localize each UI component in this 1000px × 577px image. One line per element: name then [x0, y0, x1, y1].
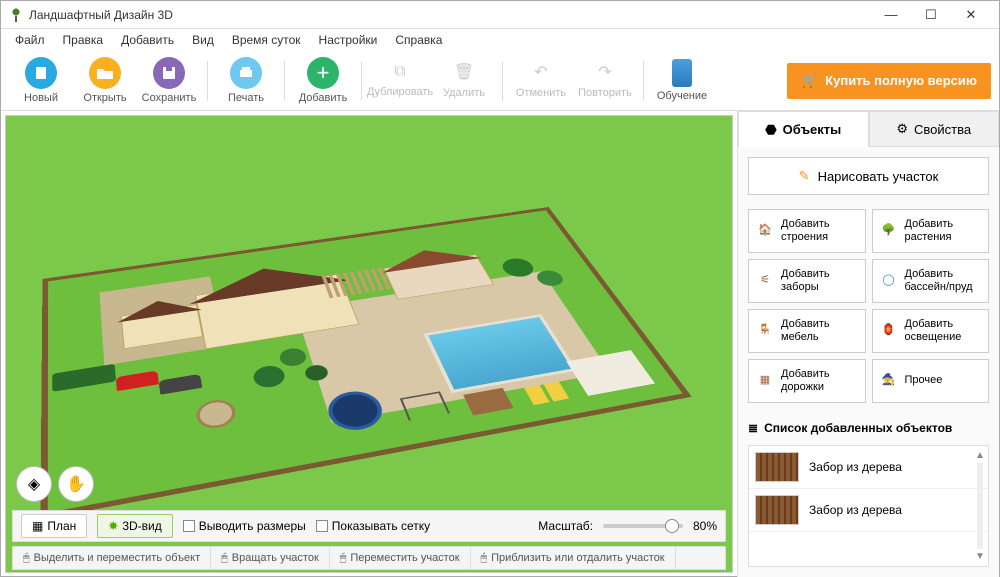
add-buildings-button[interactable]: 🏠Добавить строения	[748, 209, 866, 253]
menu-help[interactable]: Справка	[387, 31, 450, 49]
menu-time[interactable]: Время суток	[224, 31, 309, 49]
add-button[interactable]: +Добавить	[291, 57, 355, 104]
undo-button[interactable]: ↶Отменить	[509, 62, 573, 99]
cart-icon: 🛒	[801, 73, 817, 89]
add-lighting-button[interactable]: 🏮Добавить освещение	[872, 309, 990, 353]
status-rotate-tool[interactable]: 🖱Вращать участок	[211, 547, 330, 569]
status-zoom-tool[interactable]: 🖱Приблизить или отдалить участок	[471, 547, 676, 569]
house-icon: 🏠	[755, 221, 775, 241]
gear-icon: ⚙	[896, 121, 908, 137]
draw-plot-button[interactable]: ✎ Нарисовать участок	[748, 157, 989, 195]
fence-icon: ⚟	[755, 271, 775, 291]
3d-icon: ✸	[108, 519, 118, 533]
add-plants-button[interactable]: 🌳Добавить растения	[872, 209, 990, 253]
duplicate-button[interactable]: ⧉Дублировать	[368, 63, 432, 98]
window-titlebar: Ландшафтный Дизайн 3D — ☐ ✕	[1, 1, 999, 29]
other-button[interactable]: 🧙Прочее	[872, 359, 990, 403]
redo-button[interactable]: ↷Повторить	[573, 62, 637, 99]
mouse-icon: 🖱	[340, 552, 347, 565]
new-button[interactable]: Новый	[9, 57, 73, 104]
show-grid-checkbox[interactable]: Показывать сетку	[316, 519, 430, 533]
status-bar: 🖱Выделить и переместить объект 🖱Вращать …	[12, 546, 726, 570]
pan-view-button[interactable]: ✋	[58, 466, 94, 502]
object-list-header: ≣ Список добавленных объектов	[748, 417, 989, 439]
bricks-icon: ▦	[755, 371, 775, 391]
mouse-icon: 🖱	[23, 552, 30, 565]
add-fences-button[interactable]: ⚟Добавить заборы	[748, 259, 866, 303]
window-close-button[interactable]: ✕	[951, 1, 991, 29]
content-area: ◈ ✋ ▦План ✸3D-вид Выводить размеры Показ…	[1, 111, 999, 577]
status-select-tool[interactable]: 🖱Выделить и переместить объект	[13, 547, 211, 569]
menu-file[interactable]: Файл	[7, 31, 53, 49]
plan-icon: ▦	[32, 519, 43, 533]
pool-icon: ◯	[879, 271, 899, 291]
open-button[interactable]: Открыть	[73, 57, 137, 104]
menubar: Файл Правка Добавить Вид Время суток Нас…	[1, 29, 999, 51]
objects-icon: ⬣	[765, 122, 776, 138]
chair-icon: 🪑	[755, 321, 775, 341]
fence-thumb-icon	[755, 495, 799, 525]
trash-icon: 🗑	[454, 62, 474, 82]
print-button[interactable]: Печать	[214, 57, 278, 104]
list-item[interactable]: Забор из дерева	[749, 489, 988, 532]
main-toolbar: Новый Открыть Сохранить Печать +Добавить…	[1, 51, 999, 111]
plan-view-tab[interactable]: ▦План	[21, 514, 87, 538]
tab-properties[interactable]: ⚙Свойства	[869, 111, 1000, 147]
app-icon	[9, 8, 23, 22]
list-item[interactable]: Забор из дерева	[749, 446, 988, 489]
redo-icon: ↷	[598, 62, 611, 82]
gnome-icon: 🧙	[879, 371, 899, 391]
delete-button[interactable]: 🗑Удалить	[432, 62, 496, 99]
window-minimize-button[interactable]: —	[871, 1, 911, 29]
mouse-icon: 🖱	[481, 552, 488, 565]
window-title: Ландшафтный Дизайн 3D	[29, 8, 173, 22]
add-pool-button[interactable]: ◯Добавить бассейн/пруд	[872, 259, 990, 303]
menu-add[interactable]: Добавить	[113, 31, 182, 49]
view-bar: ▦План ✸3D-вид Выводить размеры Показыват…	[12, 510, 726, 542]
status-move-tool[interactable]: 🖱Переместить участок	[330, 547, 471, 569]
window-maximize-button[interactable]: ☐	[911, 1, 951, 29]
add-paths-button[interactable]: ▦Добавить дорожки	[748, 359, 866, 403]
menu-edit[interactable]: Правка	[55, 31, 112, 49]
scale-value: 80%	[693, 519, 717, 533]
menu-settings[interactable]: Настройки	[311, 31, 386, 49]
3d-view-tab[interactable]: ✸3D-вид	[97, 514, 172, 538]
3d-viewport[interactable]: ◈ ✋ ▦План ✸3D-вид Выводить размеры Показ…	[5, 115, 733, 573]
save-button[interactable]: Сохранить	[137, 57, 201, 104]
pencil-icon: ✎	[799, 168, 810, 184]
menu-view[interactable]: Вид	[184, 31, 222, 49]
object-list-scrollbar[interactable]: ▲▼	[974, 450, 986, 562]
tab-objects[interactable]: ⬣Объекты	[738, 111, 869, 147]
tree-icon: 🌳	[879, 221, 899, 241]
object-list: Забор из дерева Забор из дерева ▲▼	[748, 445, 989, 567]
learn-button[interactable]: Обучение	[650, 59, 714, 102]
add-furniture-button[interactable]: 🪑Добавить мебель	[748, 309, 866, 353]
lamp-icon: 🏮	[879, 321, 899, 341]
fence-thumb-icon	[755, 452, 799, 482]
undo-icon: ↶	[534, 62, 547, 82]
duplicate-icon: ⧉	[394, 63, 405, 81]
buy-full-version-button[interactable]: 🛒 Купить полную версию	[787, 63, 991, 99]
orbit-view-button[interactable]: ◈	[16, 466, 52, 502]
show-dimensions-checkbox[interactable]: Выводить размеры	[183, 519, 306, 533]
scale-slider[interactable]	[603, 524, 683, 528]
layers-icon: ≣	[748, 421, 758, 435]
scale-label: Масштаб:	[538, 519, 593, 533]
right-sidebar: ⬣Объекты ⚙Свойства ✎ Нарисовать участок …	[737, 111, 999, 577]
mouse-icon: 🖱	[221, 552, 228, 565]
